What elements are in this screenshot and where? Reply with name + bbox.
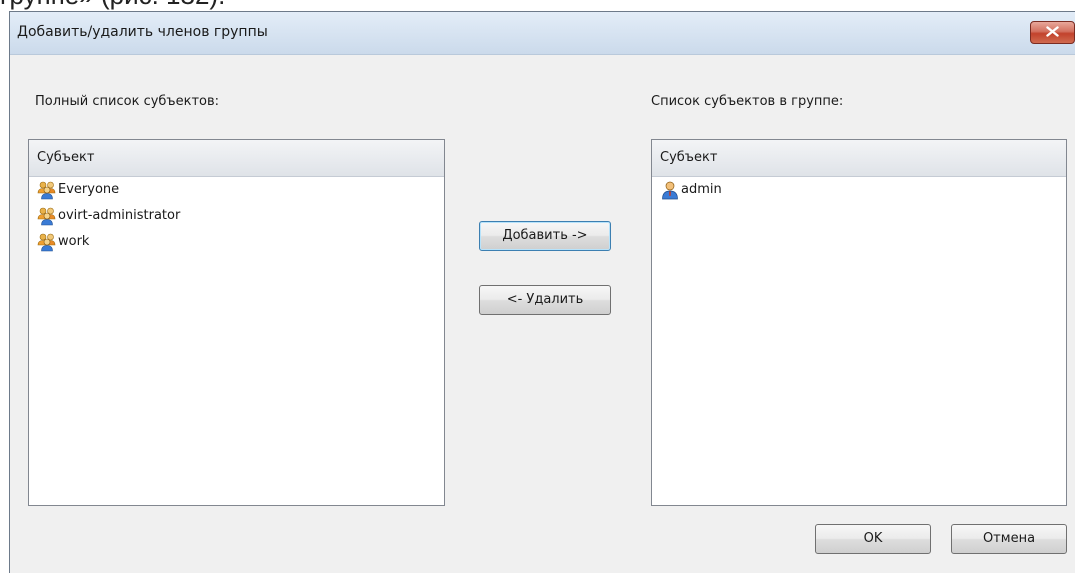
column-header-subject[interactable]: Субъект — [652, 140, 1066, 177]
add-remove-members-dialog: Добавить/удалить членов группы Полный сп… — [9, 11, 1075, 573]
close-button[interactable] — [1030, 21, 1075, 44]
list-item[interactable]: admin — [652, 177, 1066, 203]
dialog-body: Полный список субъектов: Список субъекто… — [10, 55, 1075, 573]
group-icon — [37, 206, 57, 226]
list-item[interactable]: Everyone — [29, 177, 444, 203]
list-item[interactable]: ovirt-administrator — [29, 203, 444, 229]
cancel-button[interactable]: Отмена — [951, 524, 1067, 554]
list-item[interactable]: work — [29, 229, 444, 255]
title-bar[interactable]: Добавить/удалить членов группы — [10, 12, 1075, 55]
subject-name: admin — [681, 182, 722, 197]
group-icon — [37, 232, 57, 252]
user-icon — [660, 180, 680, 200]
group-subject-list[interactable]: Субъект admin — [651, 139, 1067, 506]
group-icon — [37, 180, 57, 200]
add-button[interactable]: Добавить -> — [479, 221, 611, 251]
close-icon — [1046, 26, 1059, 37]
subject-name: ovirt-administrator — [58, 208, 181, 223]
column-header-subject[interactable]: Субъект — [29, 140, 444, 177]
remove-button[interactable]: <- Удалить — [479, 285, 611, 315]
full-subject-list-label: Полный список субъектов: — [35, 94, 220, 109]
full-subject-list[interactable]: Субъект Everyone ovirt-administrator work — [28, 139, 445, 506]
background-caption: группе» (рис. 132). — [0, 0, 225, 11]
subject-name: work — [58, 234, 90, 249]
group-subject-list-label: Список субъектов в группе: — [651, 94, 844, 109]
dialog-title: Добавить/удалить членов группы — [17, 24, 268, 40]
ok-button[interactable]: OK — [815, 524, 931, 554]
subject-name: Everyone — [58, 182, 120, 197]
